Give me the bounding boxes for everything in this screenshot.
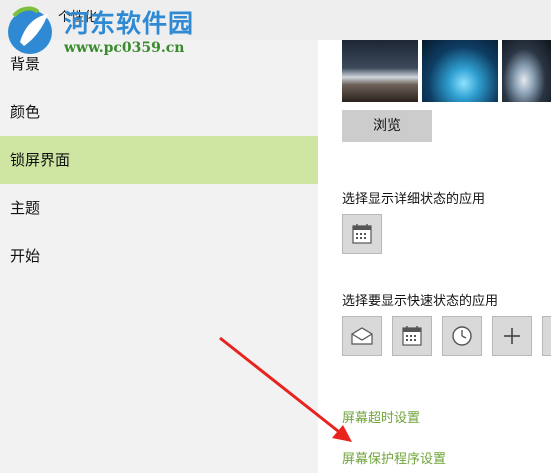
watermark: 河东软件园 www.pc0359.cn <box>4 0 214 62</box>
quick-status-calendar-tile[interactable] <box>392 316 432 356</box>
quick-status-mail-tile[interactable] <box>342 316 382 356</box>
screen-timeout-settings-link[interactable]: 屏幕超时设置 <box>342 407 420 426</box>
calendar-icon <box>352 224 372 244</box>
watermark-url: www.pc0359.cn <box>64 40 185 56</box>
sidebar-item-themes[interactable]: 主题 <box>0 184 318 232</box>
sidebar: 背景 颜色 锁屏界面 主题 开始 <box>0 40 318 473</box>
main-content: 浏览 选择显示详细状态的应用 选择要显示快速状态的应用 屏幕超时设置 屏幕保护程… <box>318 40 551 473</box>
browse-button[interactable]: 浏览 <box>342 110 432 142</box>
mail-icon <box>351 327 373 345</box>
quick-status-label: 选择要显示快速状态的应用 <box>342 294 499 309</box>
sidebar-item-lock-screen[interactable]: 锁屏界面 <box>0 136 318 184</box>
watermark-text: 河东软件园 <box>64 9 195 38</box>
quick-status-alarm-tile[interactable] <box>442 316 482 356</box>
detailed-status-calendar-tile[interactable] <box>342 214 382 254</box>
quick-status-partial-tile[interactable] <box>542 316 551 356</box>
wallpaper-thumbnail-3[interactable] <box>502 40 551 102</box>
plus-icon <box>504 328 520 344</box>
sidebar-item-colors[interactable]: 颜色 <box>0 88 318 136</box>
wallpaper-thumbnail-2[interactable] <box>422 40 498 102</box>
calendar-icon <box>402 326 422 346</box>
alarm-clock-icon <box>452 326 472 346</box>
detailed-status-label: 选择显示详细状态的应用 <box>342 192 486 207</box>
watermark-logo-icon <box>8 6 52 54</box>
screensaver-settings-link[interactable]: 屏幕保护程序设置 <box>342 448 446 467</box>
quick-status-add-tile[interactable] <box>492 316 532 356</box>
wallpaper-thumbnail-1[interactable] <box>342 40 418 102</box>
sidebar-item-start[interactable]: 开始 <box>0 232 318 280</box>
